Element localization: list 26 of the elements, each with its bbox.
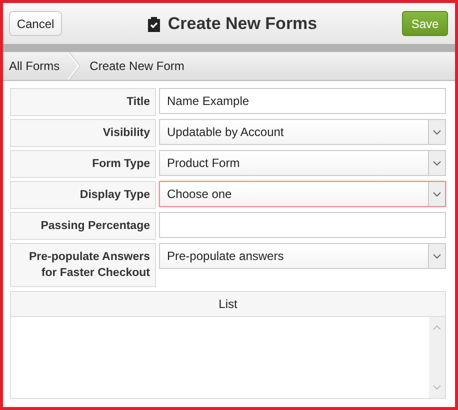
dropdown-field[interactable]: Product Form [159,150,446,176]
chevron-down-icon [433,192,441,196]
clipboard-check-icon [146,16,161,32]
input-field[interactable] [159,212,446,238]
field-label: Display Type [10,181,156,209]
list-header: List [11,292,445,317]
scrollbar[interactable] [429,317,445,398]
input-field[interactable]: Name Example [159,88,446,114]
field-label: Form Type [10,150,156,178]
dropdown-field[interactable]: Pre-populate answers [159,243,446,269]
chevron-down-icon [433,130,441,134]
field-label: Pre-populate Answers for Faster Checkout [10,243,156,287]
chevron-down-icon [433,254,441,258]
scroll-down-icon [433,385,441,390]
breadcrumb-separator-icon [68,52,80,80]
field-label: Passing Percentage [10,212,156,240]
scroll-up-icon [433,325,441,330]
field-label: Title [10,88,156,116]
dropdown-field[interactable]: Choose one [159,181,446,207]
breadcrumb-link[interactable]: Create New Form [80,59,192,73]
page-title: Create New Forms [168,14,318,34]
field-label: Visibility [10,119,156,147]
chevron-down-icon [433,160,441,166]
dropdown-field[interactable]: Updatable by Account [159,119,446,145]
breadcrumb-link[interactable]: All Forms [3,59,68,73]
cancel-button[interactable]: Cancel [9,11,62,36]
